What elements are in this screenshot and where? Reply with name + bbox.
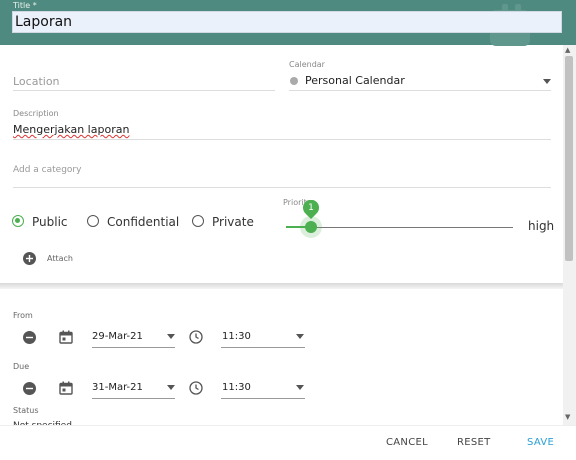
priority-high-label: high [528,219,555,233]
remove-due-icon[interactable] [23,382,36,395]
from-time-select[interactable]: 11:30 [222,331,251,342]
private-radio-label[interactable]: Private [212,215,254,229]
scroll-up-arrow-icon[interactable]: ▲ [565,46,570,54]
save-button[interactable]: SAVE [527,437,554,448]
attach-label[interactable]: Attach [47,254,73,263]
due-time-chevron-icon[interactable] [296,385,304,390]
calendar-label: Calendar [289,60,325,69]
due-label: Due [13,362,30,371]
from-calendar-icon[interactable] [59,330,73,344]
from-label: From [13,311,33,320]
cancel-button[interactable]: CANCEL [386,437,428,448]
status-label: Status [13,406,39,415]
due-clock-icon[interactable] [189,381,203,395]
priority-slider-thumb[interactable] [305,221,317,233]
calendar-color-dot-icon [290,77,298,85]
due-time-select[interactable]: 11:30 [222,382,251,393]
confidential-radio-label[interactable]: Confidential [107,215,179,229]
scroll-down-arrow-icon[interactable]: ▼ [565,413,570,421]
location-underline [13,90,275,91]
due-time-underline [221,398,305,399]
from-time-underline [221,347,305,348]
due-date-chevron-icon[interactable] [167,385,175,390]
confidential-radio[interactable] [87,215,99,227]
from-date-underline [92,347,175,348]
title-input[interactable]: Laporan [12,11,562,33]
due-date-select[interactable]: 31-Mar-21 [92,382,143,393]
public-radio-label[interactable]: Public [32,215,68,229]
public-radio[interactable] [12,215,24,227]
priority-slider-rail[interactable] [286,227,513,228]
category-input[interactable]: Add a category [13,165,81,175]
from-date-select[interactable]: 29-Mar-21 [92,331,143,342]
category-underline [13,187,551,188]
scrollbar-thumb[interactable] [565,56,573,261]
from-date-chevron-icon[interactable] [167,334,175,339]
location-input[interactable]: Location [13,75,60,88]
due-calendar-icon[interactable] [59,381,73,395]
from-time-chevron-icon[interactable] [296,334,304,339]
remove-from-icon[interactable] [23,331,36,344]
title-label: Title * [13,1,37,10]
section-divider [0,283,563,289]
description-input[interactable]: Mengerjakan laporan [13,123,129,136]
calendar-select[interactable]: Personal Calendar [305,74,405,87]
reset-button[interactable]: RESET [457,437,491,448]
description-label: Description [13,109,59,118]
calendar-underline [289,90,551,91]
from-clock-icon[interactable] [189,330,203,344]
calendar-dropdown-chevron-icon[interactable] [543,79,551,84]
private-radio[interactable] [192,215,204,227]
add-attachment-icon[interactable] [23,252,36,265]
due-date-underline [92,398,175,399]
description-underline [13,139,551,140]
priority-value-text: 1 [308,203,314,213]
